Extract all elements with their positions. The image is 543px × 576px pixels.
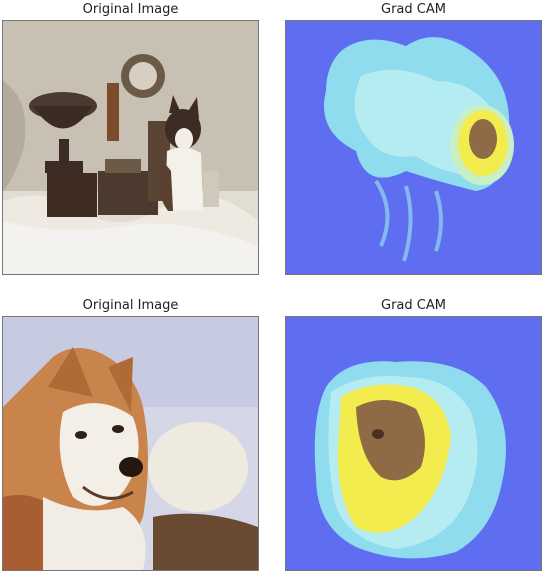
gradcam-heatmap-akita — [285, 316, 542, 571]
original-image-akita — [2, 316, 259, 571]
panel-title: Original Image — [82, 2, 179, 17]
heatmap-overlay — [286, 317, 541, 570]
heatmap-overlay — [286, 21, 541, 274]
panel-title: Original Image — [82, 298, 179, 313]
gradcam-heatmap-trophy-dog — [285, 20, 542, 275]
panel-title: Grad CAM — [381, 298, 446, 313]
photo-trophy-dog — [3, 21, 258, 274]
original-image-trophy-dog — [2, 20, 259, 275]
photo-akita — [3, 317, 258, 570]
panel-title: Grad CAM — [381, 2, 446, 17]
